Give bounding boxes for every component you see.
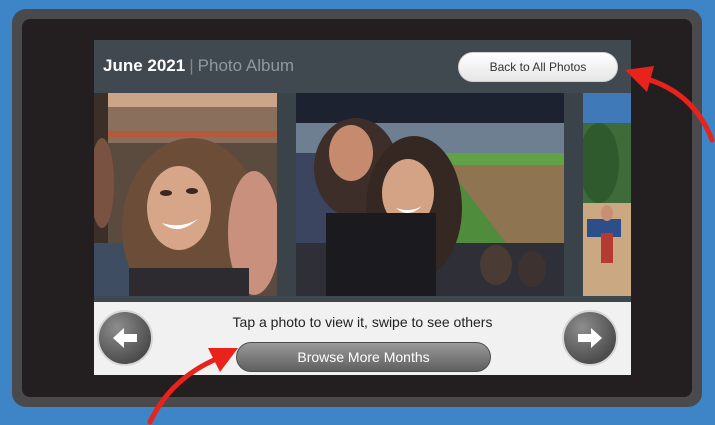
photo-strip[interactable] [94,93,631,296]
bottom-bar: Tap a photo to view it, swipe to see oth… [94,302,631,375]
arrow-left-icon [113,328,137,348]
photo-thumbnail[interactable] [94,93,277,296]
album-month: June 2021 [103,56,186,75]
browse-more-months-button[interactable]: Browse More Months [236,342,491,372]
photo-thumbnail[interactable] [296,93,564,296]
album-name: Photo Album [197,56,295,75]
previous-photo-button[interactable] [97,310,153,366]
back-to-all-photos-button[interactable]: Back to All Photos [458,52,618,82]
title-separator: | [189,56,194,75]
album-title: June 2021 | Photo Album [103,56,294,76]
photo-album-screen: June 2021 | Photo Album Back to All Photos [94,40,631,375]
header-bar: June 2021 | Photo Album Back to All Photos [94,40,631,93]
next-photo-button[interactable] [562,310,618,366]
arrow-right-icon [578,328,602,348]
photo-thumbnail[interactable] [583,93,631,296]
swipe-hint: Tap a photo to view it, swipe to see oth… [232,314,493,330]
